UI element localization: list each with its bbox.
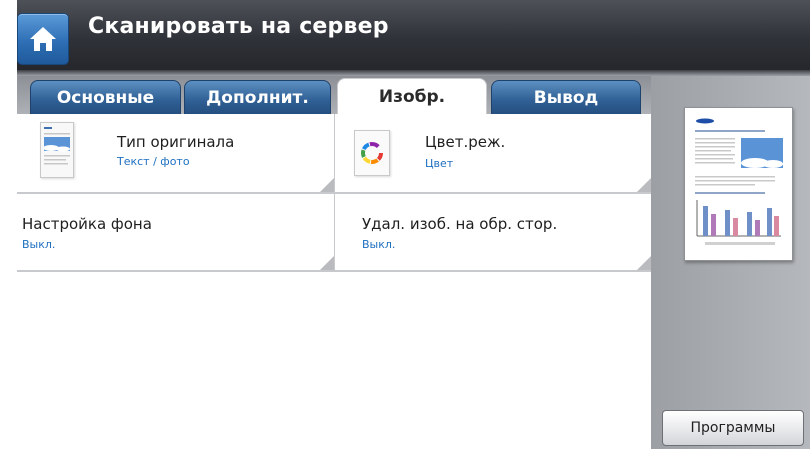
setting-background[interactable] (17, 194, 334, 272)
tab-advanced[interactable]: Дополнит. (184, 80, 331, 114)
corner-indicator (637, 178, 651, 192)
background-value: Выкл. (22, 238, 56, 251)
color-mode-label: Цвет.реж. (425, 133, 506, 151)
tab-image[interactable]: Изобр. (337, 78, 487, 114)
color-mode-value: Цвет (425, 157, 454, 170)
original-type-label: Тип оригинала (117, 133, 235, 151)
corner-indicator (320, 256, 334, 270)
background-label: Настройка фона (22, 215, 152, 233)
corner-indicator (320, 178, 334, 192)
erase-backside-value: Выкл. (362, 238, 396, 251)
document-preview-icon (684, 107, 793, 261)
corner-indicator (637, 256, 651, 270)
erase-backside-label: Удал. изоб. на обр. стор. (362, 215, 558, 233)
tab-basic[interactable]: Основные (30, 80, 181, 114)
setting-erase-backside[interactable] (335, 194, 651, 272)
home-button[interactable] (17, 13, 69, 65)
original-type-value: Текст / фото (117, 155, 190, 168)
cell-divider (334, 114, 335, 272)
color-mode-icon (354, 130, 390, 176)
programs-button[interactable]: Программы (662, 410, 804, 446)
original-type-icon (40, 122, 74, 178)
home-icon (30, 27, 56, 51)
page-title: Сканировать на сервер (88, 14, 389, 39)
tab-output[interactable]: Вывод (491, 80, 641, 114)
